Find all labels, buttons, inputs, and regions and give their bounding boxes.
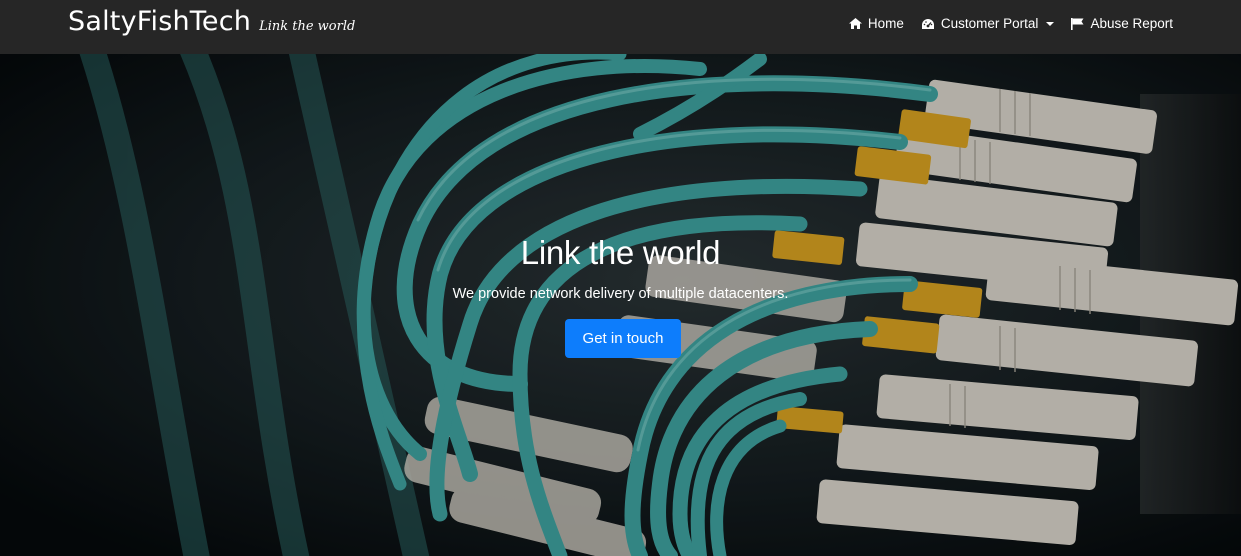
- nav-customer-portal-dropdown[interactable]: Customer Portal: [921, 16, 1055, 31]
- nav-abuse-report[interactable]: Abuse Report: [1071, 16, 1173, 31]
- brand-link[interactable]: SaltyFishTech Link the world: [68, 6, 355, 37]
- get-in-touch-button[interactable]: Get in touch: [565, 319, 681, 358]
- hero-subtitle: We provide network delivery of multiple …: [452, 286, 789, 302]
- chevron-down-icon: [1046, 21, 1055, 26]
- flag-icon: [1071, 17, 1084, 30]
- main-nav: Home Customer Portal Abuse Report: [848, 0, 1173, 47]
- brand-name: SaltyFishTech: [68, 6, 252, 37]
- top-navbar: SaltyFishTech Link the world Home Custom…: [0, 0, 1241, 54]
- nav-home[interactable]: Home: [848, 16, 904, 31]
- home-icon: [848, 18, 862, 29]
- hero-section: Link the world We provide network delive…: [0, 54, 1241, 556]
- nav-customer-portal-label: Customer Portal: [940, 16, 1039, 31]
- dashboard-icon: [921, 18, 935, 30]
- hero-background-image: [0, 54, 1241, 556]
- nav-abuse-report-label: Abuse Report: [1090, 16, 1173, 31]
- nav-home-label: Home: [867, 16, 904, 31]
- brand-tagline: Link the world: [259, 19, 356, 34]
- hero-title: Link the world: [520, 234, 721, 271]
